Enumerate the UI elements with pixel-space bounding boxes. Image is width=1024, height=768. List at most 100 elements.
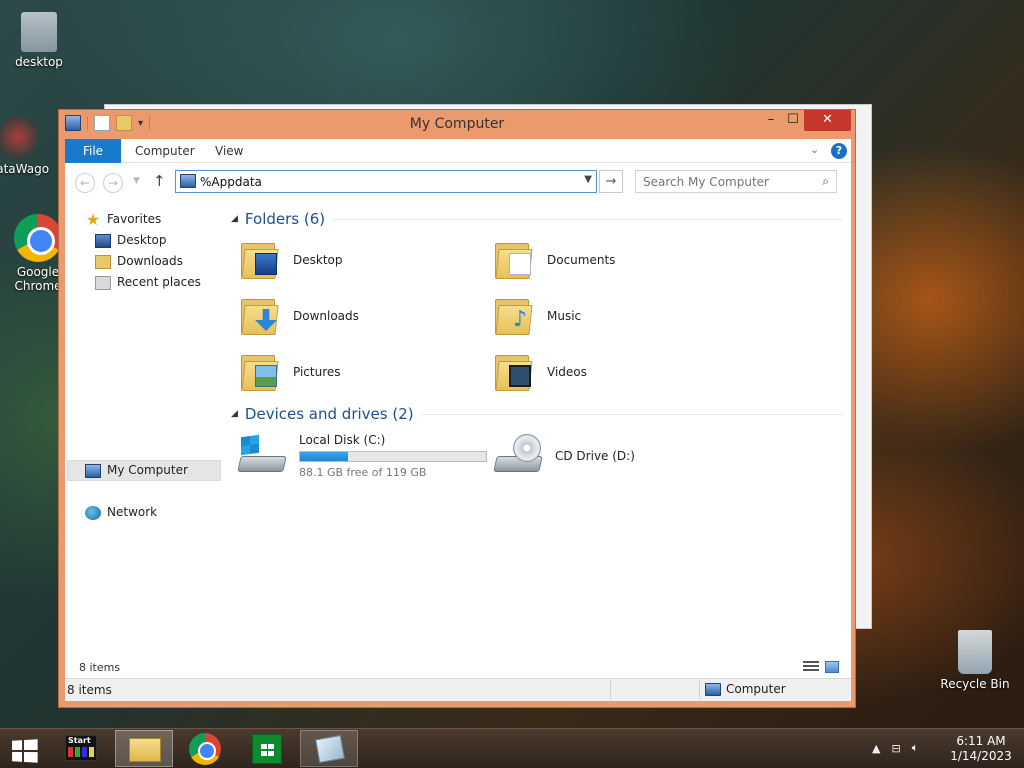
folder-music[interactable]: ♪ Music bbox=[495, 291, 745, 341]
status-item-count: 8 items bbox=[67, 683, 112, 697]
status-location: Computer bbox=[705, 682, 786, 696]
desktop-recycle-bin[interactable]: Recycle Bin bbox=[939, 630, 1011, 691]
group-title: Devices and drives (2) bbox=[244, 405, 414, 423]
divider bbox=[333, 218, 843, 220]
drive-usage-bar bbox=[299, 451, 487, 462]
go-button[interactable]: → bbox=[599, 170, 623, 193]
address-input[interactable] bbox=[200, 173, 570, 190]
folder-documents[interactable]: Documents bbox=[495, 235, 745, 285]
network-status-icon[interactable]: ⊟ bbox=[891, 742, 900, 755]
start-tile-label: Start bbox=[68, 736, 91, 745]
computer-icon bbox=[85, 463, 101, 478]
desktop-file-icon[interactable]: desktop bbox=[3, 12, 75, 69]
devices-group-header[interactable]: ◢ Devices and drives (2) bbox=[231, 404, 843, 424]
chrome-icon bbox=[14, 214, 62, 262]
clock[interactable]: 6:11 AM 1/14/2023 bbox=[950, 734, 1012, 764]
show-hidden-icons-chevron-icon[interactable]: ▲ bbox=[872, 742, 880, 755]
folder-videos[interactable]: Videos bbox=[495, 347, 745, 397]
sidebar-item-label: Favorites bbox=[107, 212, 162, 226]
folder-pictures[interactable]: Pictures bbox=[241, 347, 491, 397]
sidebar-item-downloads[interactable]: Downloads bbox=[95, 251, 183, 272]
large-icons-view-icon[interactable] bbox=[825, 661, 839, 673]
status-bar: 8 items Computer bbox=[65, 678, 851, 701]
sidebar-item-label: Network bbox=[107, 505, 158, 519]
computer-icon bbox=[705, 682, 721, 696]
sidebar-item-desktop[interactable]: Desktop bbox=[95, 230, 167, 251]
search-box[interactable]: ⌕ bbox=[635, 170, 837, 193]
explorer-window: ▾ My Computer – ☐ ✕ File Computer View ⌄… bbox=[58, 109, 856, 708]
details-view-icon[interactable] bbox=[803, 661, 819, 673]
desktop-icon-label: desktop bbox=[15, 55, 63, 69]
tab-computer[interactable]: Computer bbox=[135, 139, 195, 163]
start-button[interactable] bbox=[8, 735, 38, 763]
desktop-datawago-icon[interactable]: DataWago bbox=[0, 115, 54, 176]
ribbon: File Computer View ⌄ ? bbox=[65, 139, 851, 163]
tab-file[interactable]: File bbox=[65, 139, 121, 163]
status-location-label: Computer bbox=[726, 682, 786, 696]
folder-icon bbox=[129, 738, 161, 762]
folder-label: Desktop bbox=[293, 253, 343, 267]
help-icon[interactable]: ? bbox=[831, 143, 847, 159]
tab-view[interactable]: View bbox=[215, 139, 243, 163]
address-bar[interactable]: ▼ bbox=[175, 170, 597, 193]
navigation-pane: ★ Favorites Desktop Downloads Recent pla… bbox=[65, 209, 223, 649]
folder-videos-icon bbox=[495, 351, 535, 393]
forward-button[interactable]: → bbox=[103, 173, 123, 193]
computer-icon bbox=[180, 174, 196, 188]
recent-locations-chevron-icon[interactable]: ▼ bbox=[133, 176, 140, 186]
item-count-bar: 8 items bbox=[65, 659, 851, 678]
taskbar-store[interactable] bbox=[238, 730, 296, 767]
close-button[interactable]: ✕ bbox=[804, 110, 851, 131]
folder-pictures-icon bbox=[241, 351, 281, 393]
sidebar-item-my-computer[interactable]: My Computer bbox=[85, 460, 188, 481]
desktop-icon-label: DataWago bbox=[0, 162, 50, 176]
taskbar-file-explorer[interactable] bbox=[115, 730, 173, 767]
clock-time: 6:11 AM bbox=[956, 734, 1006, 748]
desktop-icon bbox=[95, 233, 111, 248]
chevron-down-icon[interactable]: ▼ bbox=[584, 174, 592, 185]
hard-drive-icon bbox=[237, 434, 287, 478]
collapse-triangle-icon[interactable]: ◢ bbox=[231, 409, 238, 419]
sidebar-item-recent-places[interactable]: Recent places bbox=[95, 272, 201, 293]
folder-label: Music bbox=[547, 309, 582, 323]
item-count: 8 items bbox=[79, 661, 121, 674]
folder-music-icon: ♪ bbox=[495, 295, 535, 337]
volume-icon[interactable]: 🔈︎ bbox=[912, 741, 919, 755]
divider bbox=[699, 681, 700, 699]
back-button[interactable]: ← bbox=[75, 173, 95, 193]
collapse-triangle-icon[interactable]: ◢ bbox=[231, 214, 238, 224]
taskbar-notepad[interactable] bbox=[300, 730, 358, 767]
system-tray: ▲ ⊟ 🔈︎ bbox=[872, 741, 918, 755]
taskbar-chrome[interactable] bbox=[176, 730, 234, 767]
folder-desktop[interactable]: Desktop bbox=[241, 235, 491, 285]
title-bar[interactable]: ▾ My Computer – ☐ ✕ bbox=[59, 110, 855, 139]
drive-local-disk-c[interactable]: Local Disk (C:) 88.1 GB free of 119 GB bbox=[237, 431, 489, 481]
sidebar-item-network[interactable]: Network bbox=[85, 502, 157, 523]
windows-logo-icon bbox=[12, 739, 38, 763]
desktop-icon-label: Recycle Bin bbox=[940, 677, 1010, 691]
datawago-icon bbox=[0, 115, 38, 159]
recent-places-icon bbox=[95, 275, 111, 290]
taskbar: Start ▲ ⊟ 🔈︎ 6:11 AM 1/14/2023 bbox=[0, 728, 1024, 768]
up-button[interactable]: ↑ bbox=[153, 172, 166, 190]
sidebar-item-label: Recent places bbox=[117, 275, 201, 289]
network-icon bbox=[85, 505, 101, 520]
drive-cd-d[interactable]: CD Drive (D:) bbox=[493, 431, 745, 481]
sidebar-item-label: My Computer bbox=[107, 463, 188, 477]
search-input[interactable] bbox=[643, 174, 808, 190]
folder-label: Pictures bbox=[293, 365, 341, 379]
folders-group-header[interactable]: ◢ Folders (6) bbox=[231, 209, 843, 229]
sidebar-item-favorites[interactable]: ★ Favorites bbox=[85, 209, 161, 230]
folder-label: Documents bbox=[547, 253, 616, 267]
divider bbox=[421, 413, 843, 415]
chrome-icon bbox=[189, 733, 221, 765]
search-icon[interactable]: ⌕ bbox=[822, 174, 829, 189]
sidebar-item-label: Desktop bbox=[117, 233, 167, 247]
explorer-content: ← → ▼ ↑ ▼ → ⌕ ★ Favorites Desktop bbox=[65, 163, 851, 678]
downloads-icon bbox=[95, 254, 111, 269]
start-tile-bars bbox=[68, 747, 94, 757]
expand-ribbon-chevron-icon[interactable]: ⌄ bbox=[810, 143, 819, 156]
store-icon bbox=[252, 734, 282, 764]
folder-downloads[interactable]: Downloads bbox=[241, 291, 491, 341]
taskbar-start-tile[interactable]: Start bbox=[56, 730, 114, 767]
